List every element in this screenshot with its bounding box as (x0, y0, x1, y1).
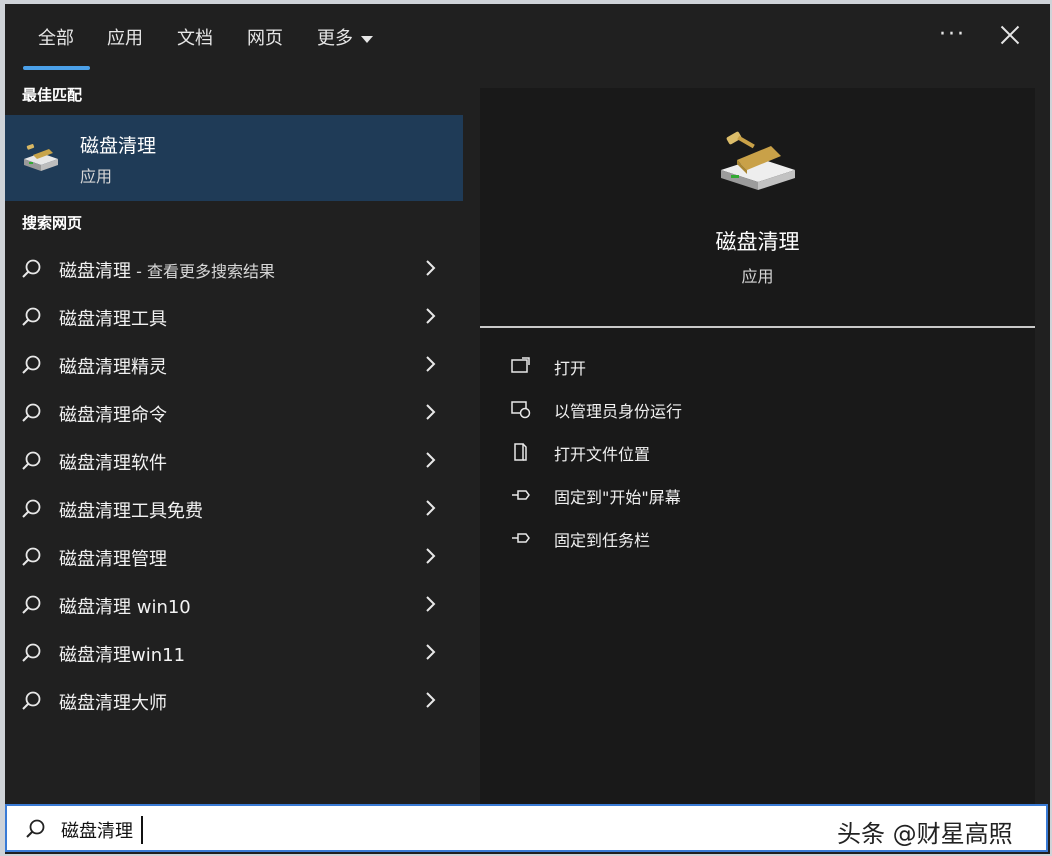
pin-start-icon (512, 490, 530, 500)
search-box[interactable]: 头条 @财星高照 (5, 804, 1048, 852)
chevron-right-icon (426, 548, 436, 564)
search-icon (22, 643, 41, 662)
best-match-heading: 最佳匹配 (22, 86, 83, 104)
more-options-button[interactable]: ··· (939, 22, 966, 47)
best-match-title: 磁盘清理 (80, 135, 157, 157)
action-open-label: 打开 (554, 359, 587, 378)
web-search-item[interactable]: 磁盘清理管理 (5, 532, 463, 580)
close-icon[interactable] (997, 22, 1023, 48)
chevron-right-icon (426, 692, 436, 708)
web-search-item[interactable]: 磁盘清理 - 查看更多搜索结果 (5, 244, 463, 292)
chevron-right-icon (426, 500, 436, 516)
search-input[interactable] (59, 814, 763, 846)
web-search-suffix: - 查看更多搜索结果 (131, 262, 275, 281)
chevron-right-icon (426, 404, 436, 420)
search-window: 全部 应用 文档 网页 更多 ··· 最佳匹配 磁盘清理 应用 搜索网页 磁盘清… (5, 4, 1050, 854)
tab-more[interactable]: 更多 (317, 24, 373, 50)
tab-all[interactable]: 全部 (38, 24, 74, 50)
tab-documents[interactable]: 文档 (177, 24, 213, 50)
action-pin-to-taskbar-label: 固定到任务栏 (554, 531, 651, 550)
search-web-heading: 搜索网页 (22, 214, 83, 232)
chevron-down-icon (361, 35, 373, 43)
tab-web[interactable]: 网页 (247, 24, 283, 50)
open-icon (511, 357, 530, 373)
web-search-query: 磁盘清理工具免费 (59, 501, 203, 522)
web-search-item[interactable]: 磁盘清理工具 (5, 292, 463, 340)
file-location-icon (514, 443, 527, 461)
web-search-list: 磁盘清理 - 查看更多搜索结果 磁盘清理工具 磁盘清理精灵 磁盘清理命令 磁盘清理软件磁… (5, 244, 463, 724)
detail-app-name: 磁盘清理 (715, 230, 800, 254)
watermark: 头条 @财星高照 (837, 820, 1013, 848)
web-search-item-label: 磁盘清理管理 (59, 545, 167, 571)
search-icon (26, 819, 45, 838)
search-icon (22, 547, 41, 566)
web-search-item-label: 磁盘清理工具 (59, 305, 167, 331)
web-search-query: 磁盘清理大师 (59, 693, 167, 714)
web-search-item-label: 磁盘清理命令 (59, 401, 167, 427)
web-search-query: 磁盘清理工具 (59, 309, 167, 330)
detail-app-type: 应用 (741, 267, 774, 286)
pin-taskbar-icon (512, 533, 530, 543)
web-search-item[interactable]: 磁盘清理win11 (5, 628, 463, 676)
best-match-item[interactable]: 磁盘清理 应用 (5, 115, 463, 201)
web-search-query: 磁盘清理精灵 (59, 357, 167, 378)
web-search-query: 磁盘清理 (59, 261, 131, 282)
chevron-right-icon (426, 452, 436, 468)
chevron-right-icon (426, 260, 436, 276)
chevron-right-icon (426, 596, 436, 612)
action-open-file-location-label: 打开文件位置 (554, 445, 651, 464)
text-caret (141, 816, 143, 844)
chevron-right-icon (426, 644, 436, 660)
web-search-query: 磁盘清理 win10 (59, 597, 191, 618)
web-search-item-label: 磁盘清理 - 查看更多搜索结果 (59, 257, 275, 283)
tab-bar: 全部 应用 文档 网页 更多 ··· (5, 4, 1050, 74)
chevron-right-icon (426, 356, 436, 372)
run-as-admin-icon (511, 401, 531, 419)
web-search-item-label: 磁盘清理精灵 (59, 353, 167, 379)
web-search-item[interactable]: 磁盘清理大师 (5, 676, 463, 724)
search-icon (22, 355, 41, 374)
active-tab-indicator (23, 66, 90, 70)
divider (480, 326, 1035, 328)
action-pin-to-start-label: 固定到"开始"屏幕 (554, 488, 681, 507)
chevron-right-icon (426, 308, 436, 324)
search-icon (22, 595, 41, 614)
web-search-item[interactable]: 磁盘清理命令 (5, 388, 463, 436)
web-search-query: 磁盘清理软件 (59, 453, 167, 474)
web-search-item-label: 磁盘清理大师 (59, 689, 167, 715)
web-search-query: 磁盘清理命令 (59, 405, 167, 426)
web-search-query: 磁盘清理win11 (59, 645, 186, 666)
tab-apps[interactable]: 应用 (107, 24, 143, 50)
web-search-query: 磁盘清理管理 (59, 549, 167, 570)
web-search-item-label: 磁盘清理 win10 (59, 593, 191, 619)
tab-more-label: 更多 (317, 28, 353, 49)
search-icon (22, 307, 41, 326)
search-icon (22, 499, 41, 518)
action-run-as-admin-label: 以管理员身份运行 (554, 402, 683, 421)
web-search-item[interactable]: 磁盘清理 win10 (5, 580, 463, 628)
disk-cleanup-icon (24, 144, 58, 171)
web-search-item-label: 磁盘清理软件 (59, 449, 167, 475)
web-search-item[interactable]: 磁盘清理软件 (5, 436, 463, 484)
search-icon (22, 259, 41, 278)
best-match-type: 应用 (80, 167, 113, 186)
web-search-item[interactable]: 磁盘清理工具免费 (5, 484, 463, 532)
disk-cleanup-icon (721, 131, 795, 190)
search-icon (22, 451, 41, 470)
web-search-item-label: 磁盘清理win11 (59, 641, 185, 667)
search-icon (22, 403, 41, 422)
search-icon (22, 691, 41, 710)
web-search-item-label: 磁盘清理工具免费 (59, 497, 203, 523)
web-search-item[interactable]: 磁盘清理精灵 (5, 340, 463, 388)
detail-panel: 磁盘清理 应用 打开 以管理员身份运行 打开文件位置 固定到"开始"屏幕 固定到… (480, 88, 1035, 804)
